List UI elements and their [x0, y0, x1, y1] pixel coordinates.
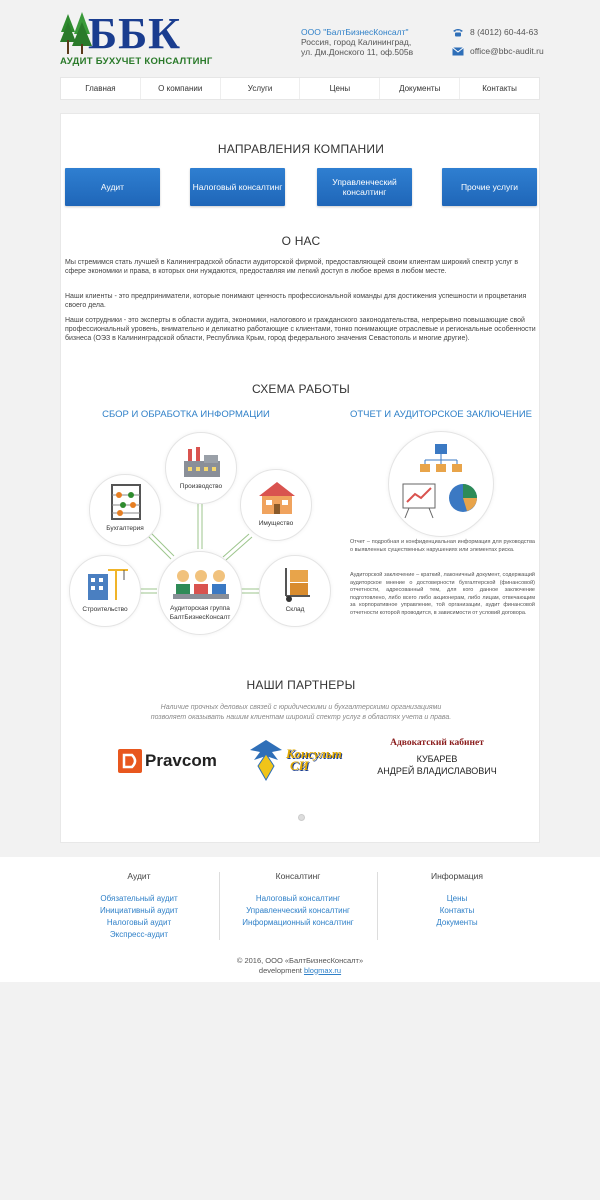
report-paragraph-1: Отчет – подробная и конфиденциальная инф…	[350, 539, 535, 553]
site-footer: Аудит Обязательный аудит Инициативный ау…	[0, 857, 600, 982]
house-icon	[259, 482, 295, 514]
footer-col-consulting: Консалтинг Налоговый консалтинг Управлен…	[218, 871, 378, 929]
node-warehouse-label: Склад	[285, 606, 305, 613]
logo-letters: ББК	[88, 9, 182, 58]
main-content: НАПРАВЛЕНИЯ КОМПАНИИ Аудит Налоговый кон…	[60, 113, 540, 843]
node-warehouse: Склад	[259, 555, 331, 627]
pravcom-name: Pravcom	[145, 751, 217, 770]
carousel-dot[interactable]	[298, 814, 305, 821]
developer-link[interactable]: blogmax.ru	[304, 966, 341, 975]
footer-col-information: Информация Цены Контакты Документы	[377, 871, 537, 929]
footer-col-consulting-title: Консалтинг	[275, 871, 321, 881]
node-accounting-label: Бухгалтерия	[106, 525, 144, 532]
contacts: 8 (4012) 60-44-63 office@bbc-audit.ru	[452, 27, 544, 65]
about-paragraph-1: Мы стремимся стать лучшей в Калининградс…	[65, 259, 519, 275]
management-consulting-button[interactable]: Управленческий консалтинг	[317, 168, 412, 206]
footer-col-information-title: Информация	[430, 871, 484, 881]
audit-button[interactable]: Аудит	[65, 168, 160, 206]
node-accounting: Бухгалтерия	[89, 474, 161, 546]
phone-icon	[453, 28, 463, 36]
pravcom-logo-icon	[118, 749, 142, 773]
building-crane-icon	[88, 569, 128, 600]
about-paragraph-3: Наши сотрудники - это эксперты в области…	[65, 317, 536, 342]
footer-col-audit-title: Аудит	[127, 871, 151, 881]
footer-link-prices[interactable]: Цены	[377, 893, 537, 905]
about-paragraph-2: Наши клиенты - это предприниматели, кото…	[65, 293, 527, 309]
nav-documents[interactable]: Документы	[380, 78, 461, 99]
directions-title: НАПРАВЛЕНИЯ КОМПАНИИ	[217, 142, 385, 156]
factory-icon	[184, 447, 220, 477]
nav-services[interactable]: Услуги	[221, 78, 301, 99]
report-circle	[388, 431, 494, 537]
partner-lawyer[interactable]: Адвокатский кабинет КУБАРЕВ АНДРЕЙ ВЛАДИ…	[377, 738, 497, 776]
email-address[interactable]: office@bbc-audit.ru	[470, 46, 544, 56]
site-header: ББК АУДИТ БУХУЧЕТ КОНСАЛТИНГ ООО "БалтБи…	[0, 0, 600, 76]
eagle-emblem-icon	[250, 740, 282, 782]
abacus-icon	[111, 484, 141, 520]
node-construction: Строительство	[69, 555, 141, 627]
main-nav: Главная О компании Услуги Цены Документы…	[60, 77, 540, 100]
node-production-label: Производство	[179, 483, 223, 490]
lawyer-name-line-2: АНДРЕЙ ВЛАДИСЛАВОВИЧ	[377, 766, 497, 776]
phone-row: 8 (4012) 60-44-63	[452, 27, 544, 37]
address-line-2: ул. Дм.Донского 11, оф.505в	[301, 47, 414, 57]
node-production: Производство	[165, 432, 237, 504]
footer-link-tax-audit[interactable]: Налоговый аудит	[59, 917, 219, 929]
konsult-name-line-2: СИ	[290, 758, 309, 773]
node-property-label: Имущество	[258, 520, 294, 527]
developer-prefix: development	[258, 965, 302, 975]
partner-konsult-si[interactable]: Консульт СИ	[246, 736, 358, 786]
address-line-1: Россия, город Калининград,	[301, 37, 412, 47]
partners-note-line-2: позволяет оказывать нашим клиентам широк…	[150, 713, 452, 721]
scheme-right-title: ОТЧЕТ И АУДИТОРСКОЕ ЗАКЛЮЧЕНИЕ	[349, 409, 533, 420]
report-charts-icon	[402, 444, 477, 519]
hand-truck-icon	[285, 568, 310, 602]
footer-link-management-consulting[interactable]: Управленческий консалтинг	[218, 905, 378, 917]
footer-link-express-audit[interactable]: Экспресс-аудит	[59, 929, 219, 941]
directions-buttons: Аудит Налоговый консалтинг Управленчески…	[65, 168, 537, 206]
envelope-icon	[452, 46, 464, 55]
tax-consulting-button[interactable]: Налоговый консалтинг	[190, 168, 285, 206]
node-audit-group-line-1: Аудиторская группа	[170, 605, 230, 612]
company-info: ООО "БалтБизнесКонсалт" Россия, город Ка…	[301, 27, 413, 57]
scheme-title: СХЕМА РАБОТЫ	[252, 382, 350, 396]
email-row: office@bbc-audit.ru	[452, 46, 544, 56]
nav-about[interactable]: О компании	[141, 78, 221, 99]
node-audit-group-line-2: БалтБизнесКонсалт	[169, 614, 231, 621]
nav-home[interactable]: Главная	[61, 78, 141, 99]
footer-link-initiative-audit[interactable]: Инициативный аудит	[59, 905, 219, 917]
footer-col-audit: Аудит Обязательный аудит Инициативный ау…	[59, 871, 219, 941]
node-audit-group: Аудиторская группа БалтБизнесКонсалт	[158, 551, 242, 635]
logo-tagline: АУДИТ БУХУЧЕТ КОНСАЛТИНГ	[60, 56, 213, 67]
phone-number[interactable]: 8 (4012) 60-44-63	[470, 27, 538, 37]
copyright-text: © 2016, ООО «БалтБизнесКонсалт»	[236, 956, 364, 965]
about-title: О НАС	[281, 234, 321, 248]
footer-link-documents[interactable]: Документы	[377, 917, 537, 929]
footer-link-mandatory-audit[interactable]: Обязательный аудит	[59, 893, 219, 905]
node-construction-label: Строительство	[82, 606, 128, 613]
node-property: Имущество	[240, 469, 312, 541]
partner-pravcom[interactable]: Pravcom	[118, 746, 217, 776]
company-name[interactable]: ООО "БалтБизнесКонсалт"	[301, 27, 413, 37]
footer-link-tax-consulting[interactable]: Налоговый консалтинг	[218, 893, 378, 905]
partners-note-line-1: Наличие прочных деловых связей с юридиче…	[160, 704, 442, 711]
lawyer-title: Адвокатский кабинет	[390, 738, 484, 748]
report-paragraph-2: Аудиторской заключение – краткий, лакони…	[350, 572, 535, 616]
lawyer-name-line-1: КУБАРЕВ	[416, 754, 458, 764]
nav-contacts[interactable]: Контакты	[460, 78, 539, 99]
partners-title: НАШИ ПАРТНЕРЫ	[246, 678, 356, 692]
partners-note: Наличие прочных деловых связей с юридиче…	[61, 703, 541, 722]
footer-link-information-consulting[interactable]: Информационный консалтинг	[218, 917, 378, 929]
copyright-block: © 2016, ООО «БалтБизнесКонсалт» developm…	[0, 956, 600, 975]
other-services-button[interactable]: Прочие услуги	[442, 168, 537, 206]
team-icon	[173, 570, 229, 599]
developer-credit: development blogmax.ru	[0, 966, 600, 976]
site-logo[interactable]: ББК АУДИТ БУХУЧЕТ КОНСАЛТИНГ	[60, 9, 212, 68]
footer-link-contacts[interactable]: Контакты	[377, 905, 537, 917]
nav-prices[interactable]: Цены	[300, 78, 381, 99]
